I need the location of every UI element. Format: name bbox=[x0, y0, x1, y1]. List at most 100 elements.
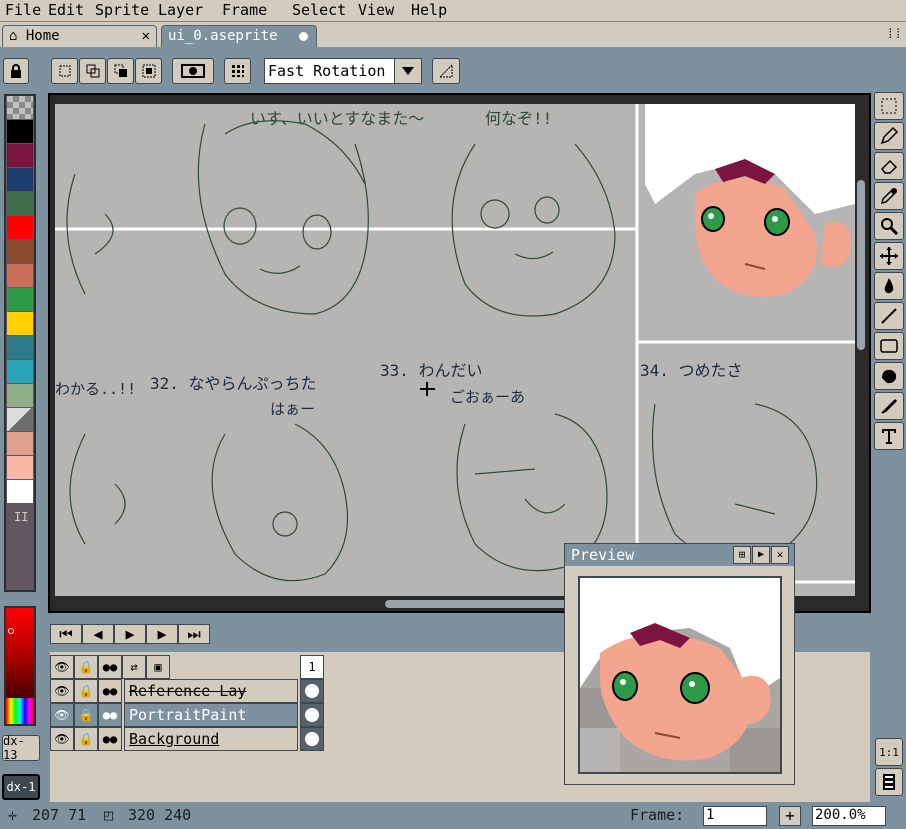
zoom-input[interactable]: 200.0% bbox=[812, 806, 886, 826]
color-spectrum[interactable] bbox=[4, 606, 36, 726]
eraser-tool[interactable] bbox=[874, 152, 904, 180]
layer-cel[interactable] bbox=[300, 703, 324, 727]
continuous-icon[interactable]: ●● bbox=[98, 679, 122, 703]
palette-swatch[interactable] bbox=[7, 480, 33, 503]
first-frame-button[interactable]: ⏮ bbox=[50, 624, 82, 644]
play-button[interactable]: ▶ bbox=[114, 624, 146, 644]
blur-tool[interactable] bbox=[874, 392, 904, 420]
layer-row-selected[interactable]: 👁 🔒 ●● PortraitPaint bbox=[50, 703, 324, 727]
marquee-tool[interactable] bbox=[874, 92, 904, 120]
palette-swatch[interactable] bbox=[7, 336, 33, 359]
menu-layer[interactable]: Layer bbox=[158, 1, 203, 19]
lock-icon[interactable]: 🔒 bbox=[74, 727, 98, 751]
palette-swatch[interactable] bbox=[7, 288, 33, 311]
palette-resize-handle[interactable]: II bbox=[14, 510, 28, 524]
preview-close-button[interactable]: ✕ bbox=[771, 546, 789, 564]
new-frame-button[interactable]: + bbox=[779, 806, 801, 826]
menu-select[interactable]: Select bbox=[292, 1, 346, 19]
fill-tool[interactable] bbox=[874, 272, 904, 300]
dx13-button[interactable]: dx-13 bbox=[2, 734, 40, 762]
continuous-icon[interactable]: ●● bbox=[98, 727, 122, 751]
zoom-tool[interactable] bbox=[874, 212, 904, 240]
last-frame-button[interactable]: ⏭ bbox=[178, 624, 210, 644]
tab-menu-icon[interactable]: ⁞⁞ bbox=[886, 27, 902, 42]
hue-bar[interactable] bbox=[6, 698, 34, 724]
menu-frame[interactable]: Frame bbox=[222, 1, 267, 19]
layer-group-icon[interactable]: ▣ bbox=[146, 655, 170, 679]
palette-swatch[interactable] bbox=[7, 408, 33, 431]
selection-replace-button[interactable] bbox=[51, 58, 78, 84]
frame-input[interactable]: 1 bbox=[703, 806, 767, 826]
rectangle-tool[interactable] bbox=[874, 332, 904, 360]
preview-title-bar[interactable]: Preview ⊞ ▶ ✕ bbox=[565, 544, 794, 566]
preview-play-button[interactable]: ▶ bbox=[752, 546, 770, 564]
preview-mode-button[interactable]: ⊞ bbox=[733, 546, 751, 564]
rotation-algorithm-dropdown-button[interactable] bbox=[394, 58, 422, 84]
palette-swatch[interactable] bbox=[7, 144, 33, 167]
eye-icon[interactable]: 👁 bbox=[50, 679, 74, 703]
menu-view[interactable]: View bbox=[358, 1, 394, 19]
lock-button[interactable] bbox=[3, 58, 29, 84]
layer-row[interactable]: 👁 🔒 ●● Reference Lay bbox=[50, 679, 324, 703]
pivot-button[interactable] bbox=[224, 58, 251, 84]
close-icon[interactable]: ✕ bbox=[142, 28, 150, 44]
transform-button[interactable] bbox=[432, 58, 460, 84]
link-cels-icon[interactable]: ⇄ bbox=[122, 655, 146, 679]
frame-number-header[interactable]: 1 bbox=[300, 655, 324, 679]
filmstrip-icon bbox=[883, 774, 895, 790]
text-tool[interactable] bbox=[874, 422, 904, 450]
menu-sprite[interactable]: Sprite bbox=[95, 1, 149, 19]
palette-swatch[interactable] bbox=[7, 312, 33, 335]
palette-swatch[interactable] bbox=[7, 432, 33, 455]
lock-header-icon[interactable]: 🔒 bbox=[74, 655, 98, 679]
transparent-mode-button[interactable] bbox=[172, 58, 214, 84]
palette-swatch[interactable] bbox=[7, 456, 33, 479]
palette-swatch[interactable] bbox=[7, 360, 33, 383]
palette-swatch[interactable] bbox=[7, 384, 33, 407]
vertical-scroll-thumb[interactable] bbox=[857, 180, 865, 350]
palette-swatch[interactable] bbox=[7, 264, 33, 287]
tab-home[interactable]: ⌂ Home ✕ bbox=[2, 25, 157, 47]
visibility-header-icon[interactable]: 👁 bbox=[50, 655, 74, 679]
layer-row[interactable]: 👁 🔒 ●● Background bbox=[50, 727, 324, 751]
continuous-icon[interactable]: ●● bbox=[98, 703, 122, 727]
layer-cel[interactable] bbox=[300, 679, 324, 703]
tab-file[interactable]: ui_0.aseprite bbox=[161, 25, 317, 47]
next-frame-button[interactable]: ▶ bbox=[146, 624, 178, 644]
eye-icon[interactable]: 👁 bbox=[50, 727, 74, 751]
layer-name[interactable]: Reference Lay bbox=[124, 679, 298, 703]
horizontal-scroll-thumb[interactable] bbox=[385, 600, 585, 608]
selection-intersect-button[interactable] bbox=[135, 58, 162, 84]
timeline-toggle-button[interactable] bbox=[875, 768, 903, 796]
layer-name[interactable]: Background bbox=[124, 727, 298, 751]
menu-edit[interactable]: Edit bbox=[48, 1, 84, 19]
menu-help[interactable]: Help bbox=[411, 1, 447, 19]
sprite-canvas[interactable]: いす、いいとすなまた〜 何なぞ!! わかる..!! 32. なやらんぷっちた 3… bbox=[55, 104, 855, 596]
palette-swatch[interactable] bbox=[7, 192, 33, 215]
palette-swatch[interactable] bbox=[7, 216, 33, 239]
palette-swatch[interactable] bbox=[7, 168, 33, 191]
sketch-note-top: いす、いいとすなまた〜 bbox=[250, 109, 424, 128]
modified-dot-icon[interactable] bbox=[299, 32, 308, 41]
contour-tool[interactable] bbox=[874, 362, 904, 390]
eyedropper-tool[interactable] bbox=[874, 182, 904, 210]
layer-name[interactable]: PortraitPaint bbox=[124, 703, 298, 727]
continuous-header-icon[interactable]: ●● bbox=[98, 655, 122, 679]
paint-bucket-icon bbox=[884, 278, 894, 294]
dx1-button[interactable]: dx-1 bbox=[2, 774, 40, 800]
palette-swatch[interactable] bbox=[7, 120, 33, 143]
selection-add-button[interactable] bbox=[79, 58, 106, 84]
eye-icon[interactable]: 👁 bbox=[50, 703, 74, 727]
lock-icon[interactable]: 🔒 bbox=[74, 679, 98, 703]
actual-size-button[interactable]: 1:1 bbox=[875, 738, 903, 766]
palette-swatch-transparent[interactable] bbox=[7, 96, 33, 119]
pencil-tool[interactable] bbox=[874, 122, 904, 150]
palette-swatch[interactable] bbox=[7, 240, 33, 263]
selection-subtract-button[interactable] bbox=[107, 58, 134, 84]
menu-file[interactable]: File bbox=[5, 1, 41, 19]
lock-icon[interactable]: 🔒 bbox=[74, 703, 98, 727]
layer-cel[interactable] bbox=[300, 727, 324, 751]
move-tool[interactable] bbox=[874, 242, 904, 270]
line-tool[interactable] bbox=[874, 302, 904, 330]
previous-frame-button[interactable]: ◀ bbox=[82, 624, 114, 644]
